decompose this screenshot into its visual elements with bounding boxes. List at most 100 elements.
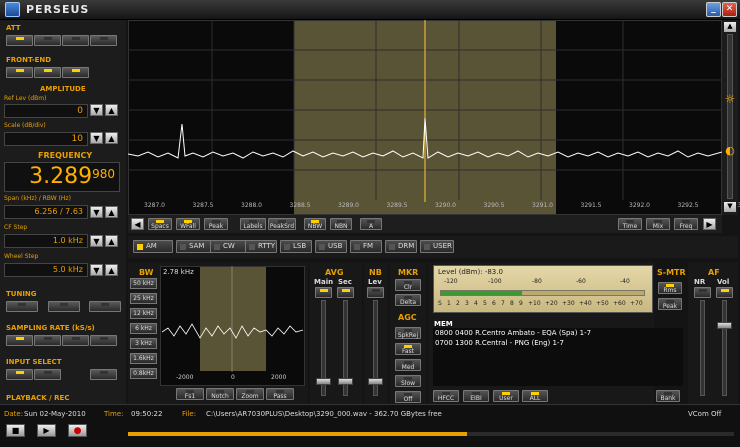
mkr-delta-button[interactable]: Delta: [395, 294, 421, 306]
cf-step-up-button[interactable]: ▲: [105, 235, 118, 247]
nb-lev-thumb[interactable]: [368, 378, 383, 385]
wheel-step-up-button[interactable]: ▲: [105, 264, 118, 276]
bw-50k-button[interactable]: 50 kHz: [130, 278, 157, 289]
brightness-icon[interactable]: ☼: [723, 92, 737, 106]
span-value[interactable]: 6.256 / 7.63: [4, 205, 88, 219]
avg-main-toggle[interactable]: [315, 287, 332, 298]
spectrum-left-button[interactable]: ◀: [131, 218, 144, 230]
agc-fast-button[interactable]: Fast: [395, 343, 421, 355]
ref-lev-down-button[interactable]: ▼: [90, 104, 103, 116]
af-vol-slider[interactable]: [722, 300, 727, 396]
wheel-step-value[interactable]: 5.0 kHz: [4, 263, 88, 277]
app-icon[interactable]: [5, 2, 20, 17]
att-button-3[interactable]: [62, 35, 89, 46]
mem-row[interactable]: 0800 0400 R.Centro Ambato - EQA (Spa) 1-…: [433, 328, 683, 338]
spacs-button[interactable]: Spacs: [148, 218, 172, 230]
sampling-button-2[interactable]: [34, 335, 61, 346]
record-button[interactable]: ●: [68, 424, 87, 437]
scale-value[interactable]: 10: [4, 132, 88, 146]
att-button-2[interactable]: [34, 35, 61, 46]
span-down-button[interactable]: ▼: [90, 206, 103, 218]
input-button-3[interactable]: [90, 369, 117, 380]
bw-6k-button[interactable]: 6 kHz: [130, 323, 157, 334]
bw-12k-button[interactable]: 12 kHz: [130, 308, 157, 319]
input-button-1[interactable]: [6, 369, 33, 380]
bw-3k-button[interactable]: 3 kHz: [130, 338, 157, 349]
mem-eibi-button[interactable]: EIBI: [463, 390, 489, 402]
mem-hfcc-button[interactable]: HFCC: [433, 390, 459, 402]
spectrum-zoom-slider[interactable]: [727, 34, 733, 199]
wheel-step-down-button[interactable]: ▼: [90, 264, 103, 276]
frequency-display[interactable]: 3.289980: [4, 162, 120, 192]
spectrum-scroll-up[interactable]: ▲: [724, 22, 736, 32]
tuning-button-3[interactable]: [89, 301, 121, 312]
avg-sec-thumb[interactable]: [338, 378, 353, 385]
bw-1k6-button[interactable]: 1.6kHz: [130, 353, 157, 364]
contrast-icon[interactable]: ◐: [723, 144, 737, 158]
spectrum-scroll-down[interactable]: ▼: [724, 202, 736, 212]
spectrum-right-button[interactable]: ▶: [703, 218, 716, 230]
peak-button[interactable]: Peak: [204, 218, 228, 230]
sampling-button-1[interactable]: [6, 335, 33, 346]
nbw-button[interactable]: NBW: [304, 218, 326, 230]
peaksrd-button[interactable]: PeakSrd: [268, 218, 296, 230]
agc-med-button[interactable]: Med: [395, 359, 421, 371]
labels-button[interactable]: Labels: [240, 218, 266, 230]
stop-button[interactable]: ■: [6, 424, 25, 437]
af-nr-toggle[interactable]: [694, 287, 711, 298]
pass-button[interactable]: Pass: [266, 388, 294, 400]
cf-step-value[interactable]: 1.0 kHz: [4, 234, 88, 248]
fs1-button[interactable]: Fs1: [176, 388, 204, 400]
wfall-button[interactable]: WFall: [176, 218, 200, 230]
att-button-4[interactable]: [90, 35, 117, 46]
af-nr-slider[interactable]: [700, 300, 705, 396]
nbn-button[interactable]: NBN: [330, 218, 352, 230]
play-button[interactable]: ▶: [37, 424, 56, 437]
tuning-button-1[interactable]: [6, 301, 38, 312]
mkr-clr-button[interactable]: Clr: [395, 279, 421, 291]
af-vol-toggle[interactable]: [716, 287, 733, 298]
sampling-button-3[interactable]: [62, 335, 89, 346]
close-button[interactable]: ✕: [722, 2, 737, 17]
bw-25k-button[interactable]: 25 kHz: [130, 293, 157, 304]
mode-rtty[interactable]: RTTY: [245, 240, 277, 253]
agc-spkrej-button[interactable]: SpkRej: [395, 327, 421, 339]
mode-lsb[interactable]: LSB: [280, 240, 312, 253]
af-vol-thumb[interactable]: [717, 322, 732, 329]
mode-user[interactable]: USER: [420, 240, 454, 253]
cf-step-down-button[interactable]: ▼: [90, 235, 103, 247]
agc-slow-button[interactable]: Slow: [395, 375, 421, 387]
mode-drm[interactable]: DRM: [385, 240, 417, 253]
smtr-peak-button[interactable]: Peak: [658, 298, 682, 310]
mem-row[interactable]: 0700 1300 R.Central - PNG (Eng) 1-7: [433, 338, 683, 348]
tuning-button-2[interactable]: [48, 301, 80, 312]
time-button[interactable]: Time: [618, 218, 642, 230]
mem-bank-button[interactable]: Bank: [656, 390, 680, 402]
freq-button[interactable]: Freq: [674, 218, 698, 230]
scale-up-button[interactable]: ▲: [105, 132, 118, 144]
mix-button[interactable]: Mix: [646, 218, 670, 230]
zoom-button[interactable]: Zoom: [236, 388, 264, 400]
att-button-1[interactable]: [6, 35, 33, 46]
notch-button[interactable]: Notch: [206, 388, 234, 400]
frontend-button-2[interactable]: [34, 67, 61, 78]
mode-cw[interactable]: CW: [210, 240, 250, 253]
mem-user-button[interactable]: User: [493, 390, 519, 402]
sampling-button-4[interactable]: [90, 335, 117, 346]
agc-off-button[interactable]: Off: [395, 391, 421, 403]
mem-list[interactable]: 0800 0400 R.Centro Ambato - EQA (Spa) 1-…: [433, 328, 683, 386]
a-button[interactable]: A: [360, 218, 382, 230]
frontend-button-1[interactable]: [6, 67, 33, 78]
mem-all-button[interactable]: ALL: [522, 390, 548, 402]
ref-lev-up-button[interactable]: ▲: [105, 104, 118, 116]
minimize-button[interactable]: _: [706, 2, 721, 17]
mode-am[interactable]: AM: [133, 240, 173, 253]
nb-toggle[interactable]: [367, 287, 384, 298]
frontend-button-3[interactable]: [62, 67, 89, 78]
playback-progress[interactable]: [128, 432, 734, 436]
span-up-button[interactable]: ▲: [105, 206, 118, 218]
avg-main-thumb[interactable]: [316, 378, 331, 385]
mode-usb[interactable]: USB: [315, 240, 347, 253]
avg-sec-toggle[interactable]: [337, 287, 354, 298]
ref-lev-value[interactable]: 0: [4, 104, 88, 118]
